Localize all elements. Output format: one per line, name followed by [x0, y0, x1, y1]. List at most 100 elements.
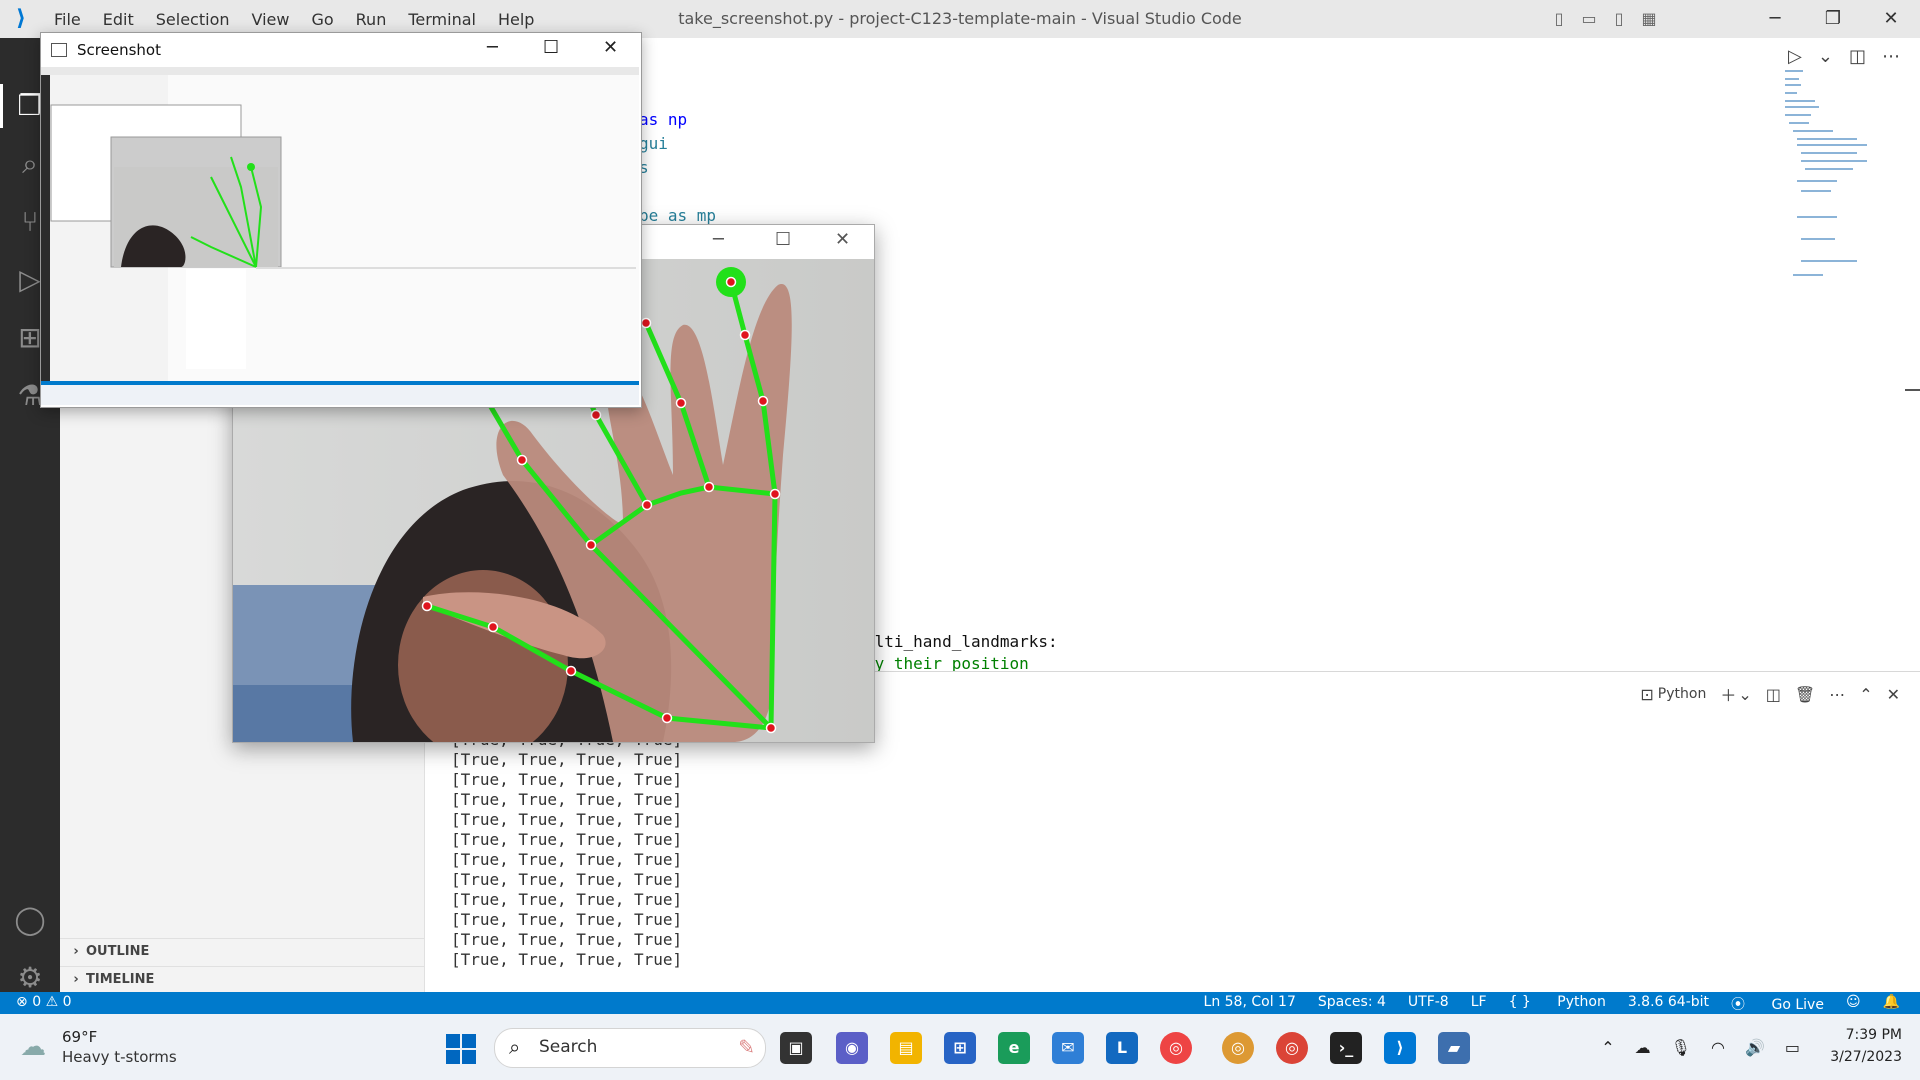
- menu-help[interactable]: Help: [498, 10, 534, 29]
- python-interpreter[interactable]: 3.8.6 64-bit: [1628, 994, 1709, 1014]
- toggle-panel-icon[interactable]: ▭: [1578, 8, 1600, 30]
- run-dropdown-chevron-icon[interactable]: ⌄: [1818, 46, 1833, 67]
- menu-selection[interactable]: Selection: [156, 10, 230, 29]
- minimap[interactable]: [1785, 70, 1875, 280]
- screenshot-window-title: Screenshot: [77, 41, 161, 59]
- search-label: Search: [539, 1037, 598, 1057]
- outline-section[interactable]: › OUTLINE: [60, 938, 424, 965]
- more-actions-icon[interactable]: ⋯: [1882, 46, 1900, 67]
- new-terminal-icon[interactable]: ＋: [1720, 682, 1736, 706]
- app-l-icon[interactable]: L: [1106, 1032, 1138, 1064]
- minimize-button[interactable]: ─: [1746, 0, 1804, 38]
- terminal-line: [True, True, True, True]: [451, 850, 683, 869]
- run-python-file-icon[interactable]: ▷: [1788, 46, 1802, 67]
- search-highlight-icon: ✎: [738, 1035, 755, 1059]
- accounts-icon[interactable]: ◯: [12, 902, 48, 938]
- microphone-icon[interactable]: 🎙: [1671, 1038, 1691, 1057]
- menu-terminal[interactable]: Terminal: [408, 10, 476, 29]
- storm-cloud-icon: ☁: [20, 1032, 46, 1062]
- customize-layout-icon[interactable]: ▦: [1638, 8, 1660, 30]
- weather-condition: Heavy t-storms: [62, 1048, 177, 1066]
- chrome-icon[interactable]: ◎: [1276, 1032, 1308, 1064]
- screenshot-preview-image: [41, 67, 639, 405]
- timeline-label: TIMELINE: [86, 972, 155, 987]
- chrome-profile-icon[interactable]: ◎: [1222, 1032, 1254, 1064]
- code-line: gui: [639, 134, 668, 153]
- terminal-line: [True, True, True, True]: [451, 870, 683, 889]
- feedback-icon[interactable]: ☺: [1846, 994, 1861, 1014]
- language-mode[interactable]: { } Python: [1509, 994, 1606, 1014]
- toggle-sidebar-icon[interactable]: ▯: [1548, 8, 1570, 30]
- vscode-taskbar-icon[interactable]: ⟩: [1384, 1032, 1416, 1064]
- close-button[interactable]: ✕: [1862, 0, 1920, 38]
- restore-button[interactable]: ❐: [1804, 0, 1862, 38]
- more-actions-icon[interactable]: ⋯: [1829, 685, 1845, 704]
- task-view-icon[interactable]: ▣: [780, 1032, 812, 1064]
- mail-icon[interactable]: ✉: [1052, 1032, 1084, 1064]
- menu-file[interactable]: File: [54, 10, 81, 29]
- menu-run[interactable]: Run: [356, 10, 387, 29]
- terminal-profile-label[interactable]: Python: [1658, 686, 1707, 702]
- indentation[interactable]: Spaces: 4: [1318, 994, 1386, 1014]
- terminal-line: [True, True, True, True]: [451, 910, 683, 929]
- onedrive-icon[interactable]: ☁: [1635, 1038, 1651, 1057]
- window-app-icon: [51, 43, 67, 57]
- vscode-logo-icon: ⟩: [15, 6, 27, 31]
- wifi-icon[interactable]: ◠: [1711, 1038, 1725, 1057]
- editor-scrollbar[interactable]: [1905, 389, 1920, 391]
- split-editor-icon[interactable]: ◫: [1849, 46, 1866, 67]
- chevron-right-icon: ›: [73, 972, 79, 987]
- encoding[interactable]: UTF-8: [1408, 994, 1449, 1014]
- notifications-bell-icon[interactable]: 🔔: [1883, 994, 1900, 1014]
- terminal-line: [True, True, True, True]: [451, 890, 683, 909]
- code-line: pe as mp: [639, 206, 717, 225]
- terminal-line: [True, True, True, True]: [451, 770, 683, 789]
- terminal-icon[interactable]: ›_: [1330, 1032, 1362, 1064]
- terminal-dropdown-icon[interactable]: ⌄: [1738, 685, 1751, 704]
- menu-go[interactable]: Go: [311, 10, 333, 29]
- code-line: ulti_hand_landmarks:: [865, 632, 1058, 651]
- microsoft-store-icon[interactable]: ⊞: [944, 1032, 976, 1064]
- terminal-output[interactable]: [True, True, True, True] [True, True, Tr…: [451, 730, 682, 970]
- outline-label: OUTLINE: [86, 944, 150, 959]
- code-line: as np: [639, 110, 688, 129]
- end-of-line[interactable]: LF: [1471, 994, 1487, 1014]
- start-button[interactable]: [446, 1034, 476, 1064]
- screenshot-window[interactable]: Screenshot ─ ☐ ✕: [40, 32, 642, 408]
- toggle-secondary-sidebar-icon[interactable]: ▯: [1608, 8, 1630, 30]
- minimize-button[interactable]: ─: [487, 37, 498, 58]
- split-terminal-icon[interactable]: ◫: [1766, 685, 1781, 704]
- search-icon: ⌕: [509, 1035, 521, 1059]
- menu-edit[interactable]: Edit: [103, 10, 134, 29]
- terminal-line: [True, True, True, True]: [451, 930, 683, 949]
- terminal-line: [True, True, True, True]: [451, 750, 683, 769]
- clock[interactable]: 7:39 PM 3/27/2023: [1830, 1024, 1902, 1068]
- show-hidden-icons-chevron-icon[interactable]: ⌃: [1601, 1038, 1614, 1057]
- chevron-right-icon: ›: [73, 944, 79, 959]
- volume-icon[interactable]: 🔊: [1745, 1038, 1765, 1057]
- terminal-line: [True, True, True, True]: [451, 830, 683, 849]
- battery-icon[interactable]: ▭: [1785, 1038, 1800, 1057]
- menu-view[interactable]: View: [252, 10, 290, 29]
- chrome-app-icon[interactable]: ◎: [1160, 1032, 1192, 1064]
- problems-status[interactable]: ⊗ 0 ⚠ 0: [16, 994, 72, 1010]
- terminal-line: [True, True, True, True]: [451, 810, 683, 829]
- taskbar: ☁ 69°F Heavy t-storms ⌕ Search ✎ ▣ ◉ ▤ ⊞…: [0, 1014, 1920, 1080]
- python-window-icon[interactable]: ▰: [1438, 1032, 1470, 1064]
- terminal-profile-icon[interactable]: ⊡: [1640, 685, 1653, 704]
- close-button[interactable]: ✕: [603, 37, 618, 58]
- teams-chat-icon[interactable]: ◉: [836, 1032, 868, 1064]
- timeline-section[interactable]: › TIMELINE: [60, 966, 424, 993]
- taskbar-search[interactable]: ⌕ Search ✎: [494, 1028, 766, 1068]
- manage-gear-icon[interactable]: ⚙: [12, 960, 48, 996]
- maximize-button[interactable]: ☐: [543, 37, 559, 58]
- go-live-button[interactable]: ⦿ Go Live: [1731, 994, 1824, 1014]
- file-explorer-icon[interactable]: ▤: [890, 1032, 922, 1064]
- close-panel-icon[interactable]: ✕: [1887, 685, 1900, 704]
- clock-date: 3/27/2023: [1830, 1049, 1902, 1065]
- terminal-line: [True, True, True, True]: [451, 790, 683, 809]
- maximize-panel-icon[interactable]: ⌃: [1859, 685, 1872, 704]
- edge-browser-icon[interactable]: e: [998, 1032, 1030, 1064]
- cursor-position[interactable]: Ln 58, Col 17: [1204, 994, 1296, 1014]
- kill-terminal-icon[interactable]: 🗑: [1795, 685, 1815, 704]
